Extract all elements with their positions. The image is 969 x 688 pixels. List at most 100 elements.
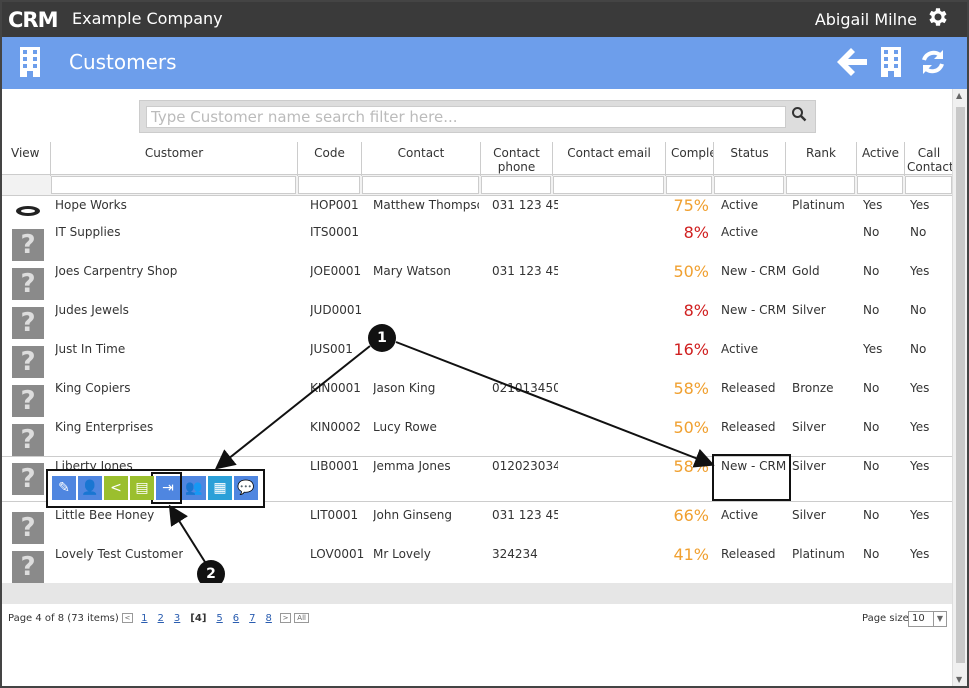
table-row[interactable]: ? Little Bee Honey LIT0001 John Ginseng 031 …	[2, 506, 953, 547]
cell-code: HOP001	[310, 198, 359, 212]
table-row[interactable]: ? King Enterprises KIN0002 Lucy Rowe Release…	[2, 418, 953, 459]
col-header-active[interactable]: Active	[856, 142, 904, 176]
calendar-icon[interactable]: ▦	[208, 476, 232, 500]
table-row[interactable]: ? IT Supplies ITS0001 Active No No 8%	[2, 223, 953, 264]
col-header-contact[interactable]: Contact	[361, 142, 480, 176]
edit-icon[interactable]: ✎	[52, 476, 76, 500]
unknown-avatar-icon[interactable]: ?	[12, 229, 44, 261]
col-header-customer[interactable]: Customer	[50, 142, 297, 176]
cell-complete: 8%	[683, 301, 709, 320]
document-icon[interactable]: ▤	[130, 476, 154, 500]
cell-active: No	[863, 547, 880, 561]
filter-status[interactable]	[714, 176, 784, 194]
filter-rank[interactable]	[786, 176, 855, 194]
cell-call: Yes	[910, 381, 930, 395]
unknown-avatar-icon[interactable]: ?	[12, 346, 44, 378]
col-header-contact-email[interactable]: Contact email	[552, 142, 665, 176]
col-header-contact-phone-text: Contact phone	[493, 146, 540, 174]
cell-customer[interactable]: Judes Jewels	[55, 303, 129, 317]
cell-customer[interactable]: King Copiers	[55, 381, 130, 395]
filter-complete[interactable]	[666, 176, 712, 194]
cell-customer[interactable]: IT Supplies	[55, 225, 120, 239]
cell-customer[interactable]: Lovely Test Customer	[55, 547, 183, 561]
cell-status: Active	[721, 508, 759, 522]
cell-rank: Platinum	[792, 547, 845, 561]
filter-call[interactable]	[905, 176, 952, 194]
page-size-select[interactable]: 10 ▼	[908, 611, 947, 627]
col-header-rank[interactable]: Rank	[785, 142, 856, 176]
refresh-icon[interactable]	[919, 48, 947, 79]
page-link[interactable]: 2	[158, 613, 164, 624]
filter-phone[interactable]	[481, 176, 551, 194]
page-size-label: Page size:	[862, 613, 913, 624]
cell-phone: 324234	[492, 547, 538, 561]
cell-customer[interactable]: Just In Time	[55, 342, 125, 356]
cell-status: New - CRM	[721, 303, 787, 317]
filter-email[interactable]	[553, 176, 664, 194]
table-row[interactable]: ? Lovely Test Customer LOV0001 Mr Lovely 324…	[2, 545, 953, 586]
page-link[interactable]: 7	[249, 613, 255, 624]
search-input[interactable]	[146, 106, 786, 128]
chat-icon[interactable]: 💬	[234, 476, 258, 500]
scrollbar-thumb[interactable]	[956, 107, 965, 663]
filter-active[interactable]	[857, 176, 903, 194]
table-row[interactable]: ? Joes Carpentry Shop JOE0001 Mary Watson 03…	[2, 262, 953, 303]
gear-icon[interactable]	[925, 5, 949, 35]
filter-customer[interactable]	[51, 176, 296, 194]
cell-customer[interactable]: King Enterprises	[55, 420, 153, 434]
back-arrow-icon[interactable]	[836, 47, 868, 80]
cell-call: Yes	[910, 508, 930, 522]
share-icon[interactable]: <	[104, 476, 128, 500]
company-building-icon[interactable]	[880, 46, 902, 81]
cell-contact: Mary Watson	[373, 264, 451, 278]
unknown-avatar-icon[interactable]: ?	[12, 463, 44, 495]
unknown-avatar-icon[interactable]: ?	[12, 307, 44, 339]
col-header-call-contact[interactable]: Call Contact	[904, 142, 954, 176]
page-link[interactable]: 1	[141, 613, 147, 624]
chevron-down-icon[interactable]: ▼	[933, 612, 946, 626]
next-page-icon[interactable]: >	[280, 613, 292, 623]
cell-customer[interactable]: Joes Carpentry Shop	[55, 264, 177, 278]
table-row[interactable]: ? Judes Jewels JUD0001 New - CRM Silver No No 8…	[2, 301, 953, 342]
scroll-down-icon[interactable]: ▼	[956, 675, 962, 684]
col-header-contact-phone[interactable]: Contact phone	[480, 142, 552, 176]
user-name[interactable]: Abigail Milne	[815, 10, 917, 29]
cell-customer[interactable]: Little Bee Honey	[55, 508, 154, 522]
table-row[interactable]: ? Just In Time JUS001 Active Yes No 16%	[2, 340, 953, 381]
unknown-avatar-icon[interactable]: ?	[12, 512, 44, 544]
page-link[interactable]: 3	[174, 613, 180, 624]
unknown-avatar-icon[interactable]: ?	[12, 424, 44, 456]
col-header-view[interactable]: View	[2, 142, 50, 176]
unknown-avatar-icon[interactable]: ?	[12, 268, 44, 300]
login-icon[interactable]: ⇥	[156, 476, 180, 500]
cell-call: No	[910, 342, 927, 356]
col-header-status[interactable]: Status	[713, 142, 785, 176]
col-header-complete[interactable]: Complet	[665, 142, 713, 176]
cell-code: ITS0001	[310, 225, 360, 239]
add-contact-icon[interactable]: 👤	[78, 476, 102, 500]
search-bar	[139, 100, 816, 133]
filter-code[interactable]	[298, 176, 360, 194]
filter-contact[interactable]	[362, 176, 479, 194]
page-link[interactable]: 8	[266, 613, 272, 624]
page-link[interactable]: 6	[233, 613, 239, 624]
cell-rank: Platinum	[792, 198, 845, 212]
cell-contact: Matthew Thompson	[373, 198, 479, 212]
search-icon[interactable]	[791, 106, 807, 126]
cell-active: Yes	[863, 198, 883, 212]
vertical-scrollbar[interactable]: ▲ ▼	[952, 89, 967, 686]
all-pages-button[interactable]: All	[294, 613, 309, 623]
cell-active: Yes	[863, 342, 883, 356]
scroll-up-icon[interactable]: ▲	[956, 91, 962, 100]
col-header-code[interactable]: Code	[297, 142, 361, 176]
cell-complete: 8%	[683, 223, 709, 242]
table-row[interactable]: ? King Copiers KIN0001 Jason King 0210134508…	[2, 379, 953, 420]
page-header: Customers	[2, 37, 967, 89]
prev-page-icon[interactable]: <	[121, 613, 133, 623]
cell-phone: 031 123 456	[492, 198, 558, 212]
contacts-icon[interactable]: 👥	[182, 476, 206, 500]
cell-customer[interactable]: Hope Works	[55, 198, 127, 212]
unknown-avatar-icon[interactable]: ?	[12, 551, 44, 583]
page-link[interactable]: 5	[216, 613, 222, 624]
unknown-avatar-icon[interactable]: ?	[12, 385, 44, 417]
